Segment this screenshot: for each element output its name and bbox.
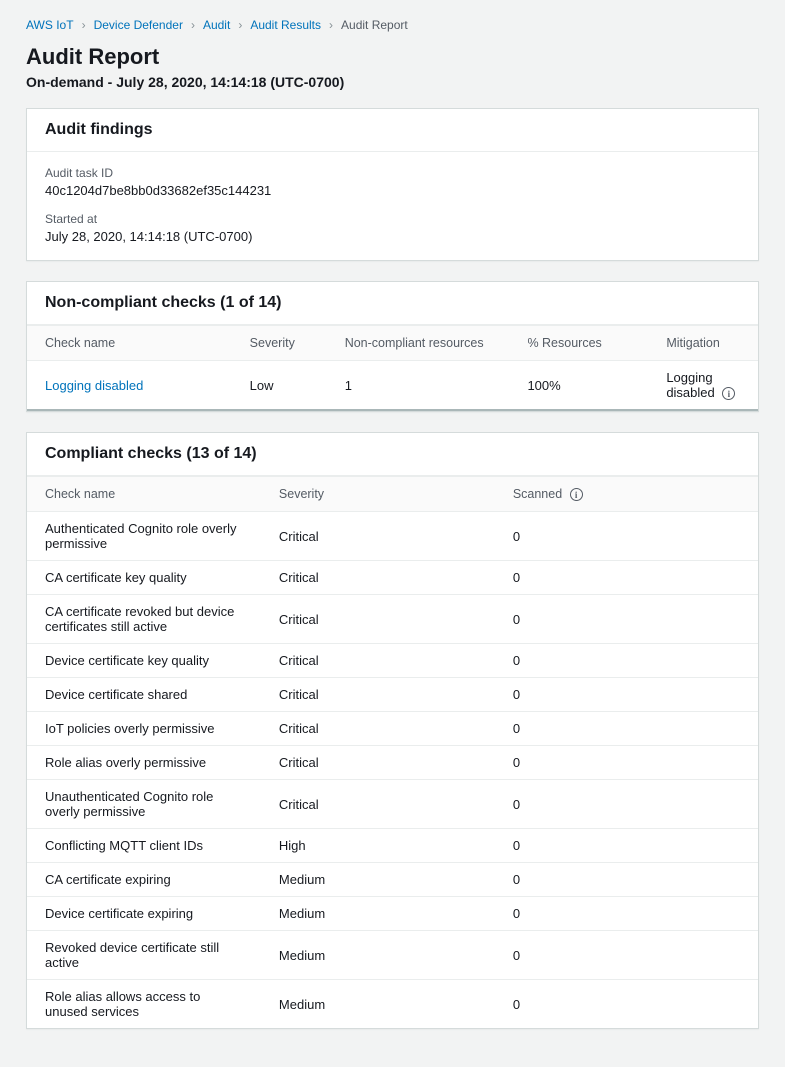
severity-cell: Critical xyxy=(261,712,495,746)
severity-cell: Critical xyxy=(261,561,495,595)
check-name-cell: Revoked device certificate still active xyxy=(27,931,261,980)
scanned-cell: 0 xyxy=(495,931,758,980)
compliant-panel: Compliant checks (13 of 14) Check name S… xyxy=(26,432,759,1029)
scanned-cell: 0 xyxy=(495,829,758,863)
column-header[interactable]: Check name xyxy=(27,326,232,361)
check-name-cell: CA certificate revoked but device certif… xyxy=(27,595,261,644)
panel-header: Audit findings xyxy=(27,109,758,152)
column-header[interactable]: Check name xyxy=(27,477,261,512)
severity-cell: High xyxy=(261,829,495,863)
check-name-cell: CA certificate key quality xyxy=(27,561,261,595)
column-header[interactable]: Scanned i xyxy=(495,477,758,512)
compliant-table: Check name Severity Scanned i Authentica… xyxy=(27,476,758,1028)
task-id-value: 40c1204d7be8bb0d33682ef35c144231 xyxy=(45,183,740,198)
breadcrumb: AWS IoT › Device Defender › Audit › Audi… xyxy=(26,18,759,32)
severity-cell: Medium xyxy=(261,863,495,897)
table-row: Unauthenticated Cognito role overly perm… xyxy=(27,780,758,829)
scanned-cell: 0 xyxy=(495,644,758,678)
ncr-cell: 1 xyxy=(327,361,510,411)
breadcrumb-link[interactable]: Device Defender xyxy=(94,18,183,32)
table-row: Revoked device certificate still activeM… xyxy=(27,931,758,980)
check-name-cell: Device certificate expiring xyxy=(27,897,261,931)
scanned-cell: 0 xyxy=(495,678,758,712)
page-title: Audit Report xyxy=(26,44,759,70)
check-name-link[interactable]: Logging disabled xyxy=(45,378,143,393)
started-at-label: Started at xyxy=(45,212,740,226)
check-name-cell: Role alias allows access to unused servi… xyxy=(27,980,261,1029)
pct-cell: 100% xyxy=(509,361,648,411)
breadcrumb-link[interactable]: Audit Results xyxy=(250,18,321,32)
severity-cell: Critical xyxy=(261,512,495,561)
severity-cell: Medium xyxy=(261,931,495,980)
column-header[interactable]: Mitigation xyxy=(648,326,758,361)
column-header[interactable]: % Resources xyxy=(509,326,648,361)
column-header[interactable]: Severity xyxy=(232,326,327,361)
table-row: CA certificate key qualityCritical0 xyxy=(27,561,758,595)
table-row: IoT policies overly permissiveCritical0 xyxy=(27,712,758,746)
severity-cell: Low xyxy=(232,361,327,411)
table-row: Authenticated Cognito role overly permis… xyxy=(27,512,758,561)
scanned-cell: 0 xyxy=(495,595,758,644)
table-row: Conflicting MQTT client IDsHigh0 xyxy=(27,829,758,863)
audit-findings-panel: Audit findings Audit task ID 40c1204d7be… xyxy=(26,108,759,261)
severity-cell: Critical xyxy=(261,644,495,678)
scanned-cell: 0 xyxy=(495,863,758,897)
severity-cell: Medium xyxy=(261,980,495,1029)
info-icon[interactable]: i xyxy=(722,387,735,400)
severity-cell: Critical xyxy=(261,678,495,712)
table-row: CA certificate revoked but device certif… xyxy=(27,595,758,644)
breadcrumb-current: Audit Report xyxy=(341,18,408,32)
chevron-right-icon: › xyxy=(329,18,333,32)
breadcrumb-link[interactable]: Audit xyxy=(203,18,230,32)
scanned-cell: 0 xyxy=(495,897,758,931)
chevron-right-icon: › xyxy=(82,18,86,32)
non-compliant-panel: Non-compliant checks (1 of 14) Check nam… xyxy=(26,281,759,412)
chevron-right-icon: › xyxy=(238,18,242,32)
table-row: Device certificate expiringMedium0 xyxy=(27,897,758,931)
check-name-cell: Conflicting MQTT client IDs xyxy=(27,829,261,863)
column-header[interactable]: Non-compliant resources xyxy=(327,326,510,361)
check-name-cell: Device certificate shared xyxy=(27,678,261,712)
check-name-cell: Authenticated Cognito role overly permis… xyxy=(27,512,261,561)
check-name-cell: Role alias overly permissive xyxy=(27,746,261,780)
severity-cell: Critical xyxy=(261,595,495,644)
panel-header: Compliant checks (13 of 14) xyxy=(27,433,758,476)
column-header[interactable]: Severity xyxy=(261,477,495,512)
check-name-cell: IoT policies overly permissive xyxy=(27,712,261,746)
table-row: CA certificate expiringMedium0 xyxy=(27,863,758,897)
table-row: Logging disabled Low1100%Logging disabled… xyxy=(27,361,758,411)
scanned-cell: 0 xyxy=(495,780,758,829)
chevron-right-icon: › xyxy=(191,18,195,32)
scanned-cell: 0 xyxy=(495,561,758,595)
scanned-cell: 0 xyxy=(495,712,758,746)
task-id-label: Audit task ID xyxy=(45,166,740,180)
check-name-cell: Unauthenticated Cognito role overly perm… xyxy=(27,780,261,829)
check-name-cell: Device certificate key quality xyxy=(27,644,261,678)
table-row: Device certificate key qualityCritical0 xyxy=(27,644,758,678)
mitigation-cell: Logging disabled i xyxy=(648,361,758,411)
table-row: Device certificate sharedCritical0 xyxy=(27,678,758,712)
scanned-cell: 0 xyxy=(495,980,758,1029)
breadcrumb-link[interactable]: AWS IoT xyxy=(26,18,74,32)
severity-cell: Medium xyxy=(261,897,495,931)
severity-cell: Critical xyxy=(261,780,495,829)
table-row: Role alias overly permissiveCritical0 xyxy=(27,746,758,780)
page-subtitle: On-demand - July 28, 2020, 14:14:18 (UTC… xyxy=(26,74,759,90)
scanned-cell: 0 xyxy=(495,746,758,780)
non-compliant-table: Check name Severity Non-compliant resour… xyxy=(27,325,758,411)
panel-header: Non-compliant checks (1 of 14) xyxy=(27,282,758,325)
check-name-cell: CA certificate expiring xyxy=(27,863,261,897)
table-row: Role alias allows access to unused servi… xyxy=(27,980,758,1029)
column-header-label: Scanned xyxy=(513,487,562,501)
severity-cell: Critical xyxy=(261,746,495,780)
scanned-cell: 0 xyxy=(495,512,758,561)
started-at-value: July 28, 2020, 14:14:18 (UTC-0700) xyxy=(45,229,740,244)
info-icon[interactable]: i xyxy=(570,488,583,501)
